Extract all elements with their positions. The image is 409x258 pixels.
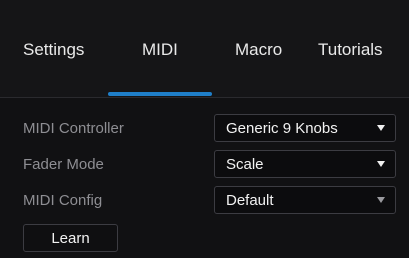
midi-config-value: Default bbox=[226, 192, 274, 209]
midi-controller-label: MIDI Controller bbox=[23, 120, 124, 137]
midi-config-label: MIDI Config bbox=[23, 192, 103, 209]
learn-button-label: Learn bbox=[51, 230, 90, 247]
tab-settings[interactable]: Settings bbox=[23, 38, 84, 62]
midi-controller-select[interactable]: Generic 9 Knobs bbox=[214, 114, 396, 142]
midi-controller-value: Generic 9 Knobs bbox=[226, 120, 338, 137]
tab-bar: Settings MIDI Macro Tutorials bbox=[0, 0, 409, 98]
chevron-down-icon bbox=[377, 125, 385, 131]
fader-mode-label: Fader Mode bbox=[23, 156, 104, 173]
active-tab-indicator bbox=[108, 92, 212, 96]
midi-settings-panel: Settings MIDI Macro Tutorials MIDI Contr… bbox=[0, 0, 409, 258]
midi-config-select[interactable]: Default bbox=[214, 186, 396, 214]
tab-midi[interactable]: MIDI bbox=[142, 38, 178, 62]
chevron-down-icon bbox=[377, 197, 385, 203]
chevron-down-icon bbox=[377, 161, 385, 167]
learn-button[interactable]: Learn bbox=[23, 224, 118, 252]
tab-tutorials[interactable]: Tutorials bbox=[318, 38, 383, 62]
fader-mode-value: Scale bbox=[226, 156, 264, 173]
tab-macro[interactable]: Macro bbox=[235, 38, 282, 62]
fader-mode-select[interactable]: Scale bbox=[214, 150, 396, 178]
